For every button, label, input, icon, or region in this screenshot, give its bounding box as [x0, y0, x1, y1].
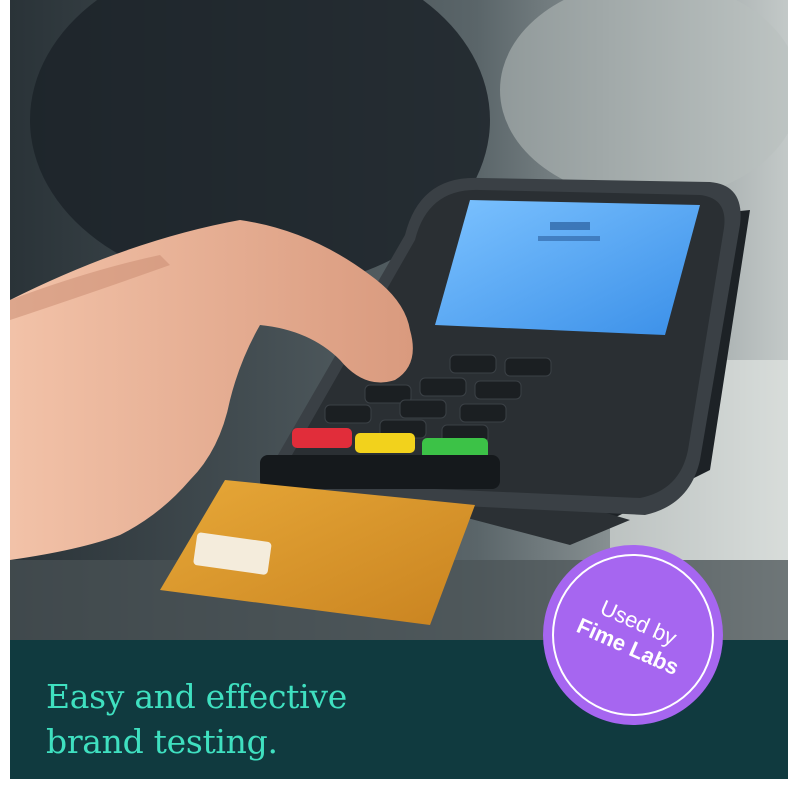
- promo-card: Easy and effective brand testing. Used b…: [10, 0, 788, 779]
- headline-line-1: Easy and effective: [46, 677, 347, 716]
- payment-terminal-photo: [10, 0, 788, 640]
- headline: Easy and effective brand testing.: [46, 674, 347, 764]
- used-by-badge: Used by Fime Labs: [543, 545, 723, 725]
- photo-illustration: [10, 0, 788, 640]
- headline-line-2: brand testing.: [46, 722, 278, 761]
